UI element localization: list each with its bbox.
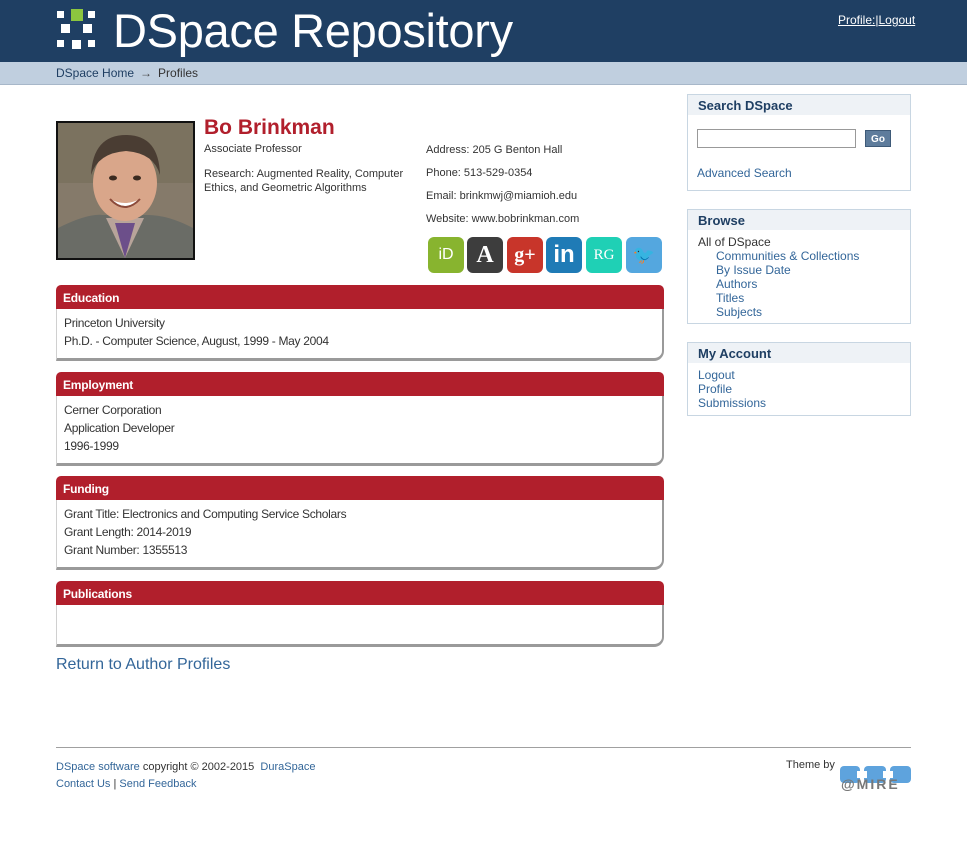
atmire-logo-text[interactable]: @MIRE <box>841 776 900 792</box>
account-logout-link[interactable]: Logout <box>698 368 910 382</box>
search-input[interactable] <box>697 129 856 148</box>
browse-subjects-link[interactable]: Subjects <box>716 305 910 319</box>
search-heading: Search DSpace <box>688 95 910 115</box>
publications-heading: Publications <box>56 581 664 605</box>
profile-research: Research: Augmented Reality, Computer Et… <box>204 168 404 194</box>
send-feedback-link[interactable]: Send Feedback <box>119 778 196 790</box>
funding-panel: Grant Title: Electronics and Computing S… <box>56 500 664 570</box>
researchgate-icon[interactable]: RG <box>586 237 622 273</box>
employment-line: 1996-1999 <box>64 439 119 453</box>
return-to-author-profiles-link[interactable]: Return to Author Profiles <box>56 656 230 674</box>
employment-panel: Cerner Corporation Application Developer… <box>56 396 664 466</box>
site-title[interactable]: DSpace Repository <box>113 3 513 59</box>
funding-line: Grant Number: 1355513 <box>64 543 188 557</box>
browse-titles-link[interactable]: Titles <box>716 291 910 305</box>
search-box: Search DSpace Go Advanced Search <box>687 94 911 191</box>
dspace-software-link[interactable]: DSpace software <box>56 761 140 773</box>
profile-phone: Phone: 513-529-0354 <box>426 167 533 179</box>
linkedin-icon[interactable]: in <box>546 237 582 273</box>
user-links: Profile:|Logout <box>838 13 915 27</box>
google-plus-icon[interactable]: g+ <box>507 237 543 273</box>
profile-photo <box>56 121 195 260</box>
account-profile-link[interactable]: Profile <box>698 382 910 396</box>
footer-links: DSpace software copyright © 2002-2015 Du… <box>56 759 315 793</box>
profile-position: Associate Professor <box>204 143 302 155</box>
browse-box: Browse All of DSpace Communities & Colle… <box>687 209 911 324</box>
footer-copyright: copyright © 2002-2015 <box>142 761 255 773</box>
site-header: DSpace Repository Profile:|Logout <box>0 0 967 62</box>
breadcrumb: DSpace Home → Profiles <box>0 62 967 85</box>
breadcrumb-current: Profiles <box>158 66 199 80</box>
breadcrumb-arrow: → <box>140 66 153 80</box>
contact-us-link[interactable]: Contact Us <box>56 778 110 790</box>
twitter-icon[interactable]: 🐦 <box>626 237 662 273</box>
profile-email: Email: brinkmwj@miamioh.edu <box>426 190 578 202</box>
dspace-logo-icon[interactable] <box>57 9 99 51</box>
browse-communities-link[interactable]: Communities & Collections <box>716 249 910 263</box>
funding-heading: Funding <box>56 476 664 500</box>
theme-by-label: Theme by <box>786 759 835 771</box>
education-line: Ph.D. - Computer Science, August, 1999 -… <box>64 334 329 348</box>
funding-line: Grant Length: 2014-2019 <box>64 525 192 539</box>
employment-line: Cerner Corporation <box>64 403 162 417</box>
browse-issue-date-link[interactable]: By Issue Date <box>716 263 910 277</box>
logout-link[interactable]: Logout <box>878 13 915 27</box>
education-line: Princeton University <box>64 316 165 330</box>
account-submissions-link[interactable]: Submissions <box>698 396 910 410</box>
advanced-search-link[interactable]: Advanced Search <box>697 166 792 180</box>
education-panel: Princeton University Ph.D. - Computer Sc… <box>56 309 664 361</box>
profile-address: Address: 205 G Benton Hall <box>426 144 563 156</box>
browse-scope: All of DSpace <box>698 235 771 249</box>
footer-divider <box>56 747 911 748</box>
footer-separator: | <box>113 778 117 790</box>
profile-name: Bo Brinkman <box>204 116 335 139</box>
employment-heading: Employment <box>56 372 664 396</box>
duraspace-link[interactable]: DuraSpace <box>260 761 315 773</box>
orcid-icon[interactable]: iD <box>428 237 464 273</box>
academia-icon[interactable]: A <box>467 237 503 273</box>
account-heading: My Account <box>688 343 910 363</box>
profile-link[interactable]: Profile: <box>838 13 875 27</box>
education-heading: Education <box>56 285 664 309</box>
account-box: My Account Logout Profile Submissions <box>687 342 911 416</box>
publications-panel <box>56 605 664 647</box>
profile-website: Website: www.bobrinkman.com <box>426 213 580 225</box>
browse-heading: Browse <box>688 210 910 230</box>
funding-line: Grant Title: Electronics and Computing S… <box>64 507 347 521</box>
search-go-button[interactable]: Go <box>865 130 891 147</box>
browse-authors-link[interactable]: Authors <box>716 277 910 291</box>
breadcrumb-home-link[interactable]: DSpace Home <box>56 66 134 80</box>
employment-line: Application Developer <box>64 421 175 435</box>
